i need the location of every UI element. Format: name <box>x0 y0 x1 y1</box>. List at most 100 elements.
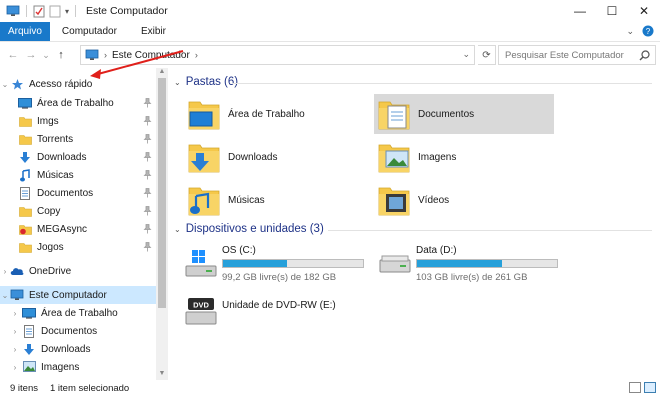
sidebar-item-area-de-trabalho[interactable]: Área de Trabalho <box>0 94 156 112</box>
tab-arquivo[interactable]: Arquivo <box>0 22 50 41</box>
sidebar-item-label: Documentos <box>41 325 98 337</box>
collapse-chevron-icon[interactable]: ⌄ <box>174 78 181 87</box>
close-button[interactable]: ✕ <box>628 0 660 22</box>
sidebar-item-label: MEGAsync <box>37 223 88 235</box>
pin-icon[interactable] <box>143 98 152 108</box>
star-icon <box>10 77 24 91</box>
breadcrumb-este-computador[interactable]: Este Computador <box>112 50 190 61</box>
scroll-up-icon[interactable]: ▲ <box>156 68 168 78</box>
pin-icon[interactable] <box>143 116 152 126</box>
hard-drive-icon <box>379 255 411 273</box>
downloads-folder-icon <box>184 137 224 177</box>
pictures-folder-icon <box>374 137 414 177</box>
tab-computador[interactable]: Computador <box>50 22 129 41</box>
tiles-view-button[interactable] <box>644 382 656 393</box>
collapse-chevron-icon[interactable]: ⌄ <box>0 291 10 300</box>
sidebar-item-label: Documentos <box>37 187 94 199</box>
sidebar-item-pc-documentos[interactable]: › Documentos <box>0 322 156 340</box>
breadcrumb-chevron-icon[interactable]: › <box>195 50 198 60</box>
drive-free-space: 103 GB livre(s) de 261 GB <box>416 272 528 283</box>
sidebar-item-pc-area-de-trabalho[interactable]: › Área de Trabalho <box>0 304 156 322</box>
sidebar-item-musicas[interactable]: Músicas <box>0 166 156 184</box>
sidebar-item-megasync[interactable]: MEGAsync <box>0 220 156 238</box>
folder-tile-downloads[interactable]: Downloads <box>184 137 364 177</box>
folder-icon <box>18 114 32 128</box>
drive-d[interactable]: Data (D:) 103 GB livre(s) de 261 GB <box>378 244 568 284</box>
address-dropdown-icon[interactable]: ⌄ <box>462 49 470 60</box>
address-bar[interactable]: › Este Computador › ⌄ <box>80 45 475 65</box>
folder-tile-documentos[interactable]: Documentos <box>374 94 554 134</box>
nav-scrollbar[interactable]: ▲ ▼ <box>156 68 168 380</box>
sidebar-item-documentos[interactable]: Documentos <box>0 184 156 202</box>
nav-item-este-computador[interactable]: ⌄ Este Computador <box>0 286 156 304</box>
up-button[interactable]: ↑ <box>52 45 70 65</box>
sidebar-item-downloads[interactable]: Downloads <box>0 148 156 166</box>
sidebar-item-jogos[interactable]: Jogos <box>0 238 156 256</box>
customize-toolbar-chevron-icon[interactable]: ▾ <box>65 7 69 16</box>
dvd-drive-icon: DVD <box>185 298 217 325</box>
sidebar-item-copy[interactable]: Copy <box>0 202 156 220</box>
scroll-down-icon[interactable]: ▼ <box>156 370 168 380</box>
properties-icon[interactable] <box>33 5 45 18</box>
computer-icon <box>6 5 20 16</box>
sidebar-item-pc-imagens[interactable]: › Imagens <box>0 358 156 376</box>
sidebar-item-label: Imgs <box>37 115 59 127</box>
collapse-chevron-icon[interactable]: ⌄ <box>174 225 181 234</box>
tab-exibir[interactable]: Exibir <box>129 22 178 41</box>
nav-item-onedrive[interactable]: › OneDrive <box>0 262 156 280</box>
forward-button[interactable]: → <box>22 45 40 65</box>
sidebar-item-pc-downloads[interactable]: › Downloads <box>0 340 156 358</box>
pin-icon[interactable] <box>143 206 152 216</box>
folder-tile-musicas[interactable]: Músicas <box>184 180 364 220</box>
breadcrumb-chevron-icon[interactable]: › <box>104 50 107 60</box>
expand-ribbon-icon[interactable]: ⌄ <box>626 26 634 37</box>
group-divider <box>232 83 652 84</box>
search-input[interactable]: Pesquisar Este Computador <box>498 45 656 65</box>
back-button[interactable]: ← <box>4 45 22 65</box>
pin-icon[interactable] <box>143 134 152 144</box>
new-folder-icon[interactable] <box>49 5 61 18</box>
sidebar-item-imgs[interactable]: Imgs <box>0 112 156 130</box>
scrollbar-thumb[interactable] <box>158 78 166 308</box>
toolbar-divider <box>75 5 77 17</box>
group-header-dispositivos[interactable]: ⌄ Dispositivos e unidades (3) <box>174 223 324 235</box>
expand-chevron-icon[interactable]: › <box>10 309 20 318</box>
folder-icon <box>18 204 32 218</box>
pin-icon[interactable] <box>143 170 152 180</box>
pin-icon[interactable] <box>143 242 152 252</box>
help-icon[interactable]: ? <box>642 25 654 37</box>
folder-tile-area-de-trabalho[interactable]: Área de Trabalho <box>184 94 364 134</box>
onedrive-icon <box>10 264 24 278</box>
maximize-button[interactable]: ☐ <box>596 0 628 22</box>
collapse-chevron-icon[interactable]: ⌄ <box>0 80 10 89</box>
drive-c[interactable]: OS (C:) 99,2 GB livre(s) de 182 GB <box>184 244 374 284</box>
pin-icon[interactable] <box>143 188 152 198</box>
sidebar-item-label: Jogos <box>37 241 64 253</box>
nav-item-acesso-rapido[interactable]: ⌄ Acesso rápido <box>0 75 156 93</box>
recent-locations-button[interactable]: ⌄ <box>40 45 52 65</box>
drive-name: OS (C:) <box>222 245 256 256</box>
folder-tile-imagens[interactable]: Imagens <box>374 137 554 177</box>
pin-icon[interactable] <box>143 224 152 234</box>
drive-usage-bar <box>222 259 364 268</box>
group-header-pastas[interactable]: ⌄ Pastas (6) <box>174 76 238 88</box>
folder-icon <box>18 240 32 254</box>
folder-label: Documentos <box>418 108 475 120</box>
expand-chevron-icon[interactable]: › <box>10 327 20 336</box>
documents-icon <box>18 186 32 200</box>
sidebar-item-label: Copy <box>37 205 61 217</box>
toolbar-divider <box>26 5 27 17</box>
pin-icon[interactable] <box>143 152 152 162</box>
details-view-button[interactable] <box>629 382 641 393</box>
refresh-button[interactable]: ⟳ <box>478 45 496 65</box>
drive-dvd[interactable]: DVD Unidade de DVD-RW (E:) <box>184 292 374 332</box>
minimize-button[interactable]: — <box>564 0 596 22</box>
sidebar-item-torrents[interactable]: Torrents <box>0 130 156 148</box>
sidebar-item-label: Imagens <box>41 361 80 373</box>
title-bar: ▾ Este Computador — ☐ ✕ <box>0 0 660 22</box>
drive-name: Unidade de DVD-RW (E:) <box>222 300 336 311</box>
expand-chevron-icon[interactable]: › <box>10 345 20 354</box>
folder-tile-videos[interactable]: Vídeos <box>374 180 554 220</box>
expand-chevron-icon[interactable]: › <box>0 267 10 276</box>
expand-chevron-icon[interactable]: › <box>10 363 20 372</box>
